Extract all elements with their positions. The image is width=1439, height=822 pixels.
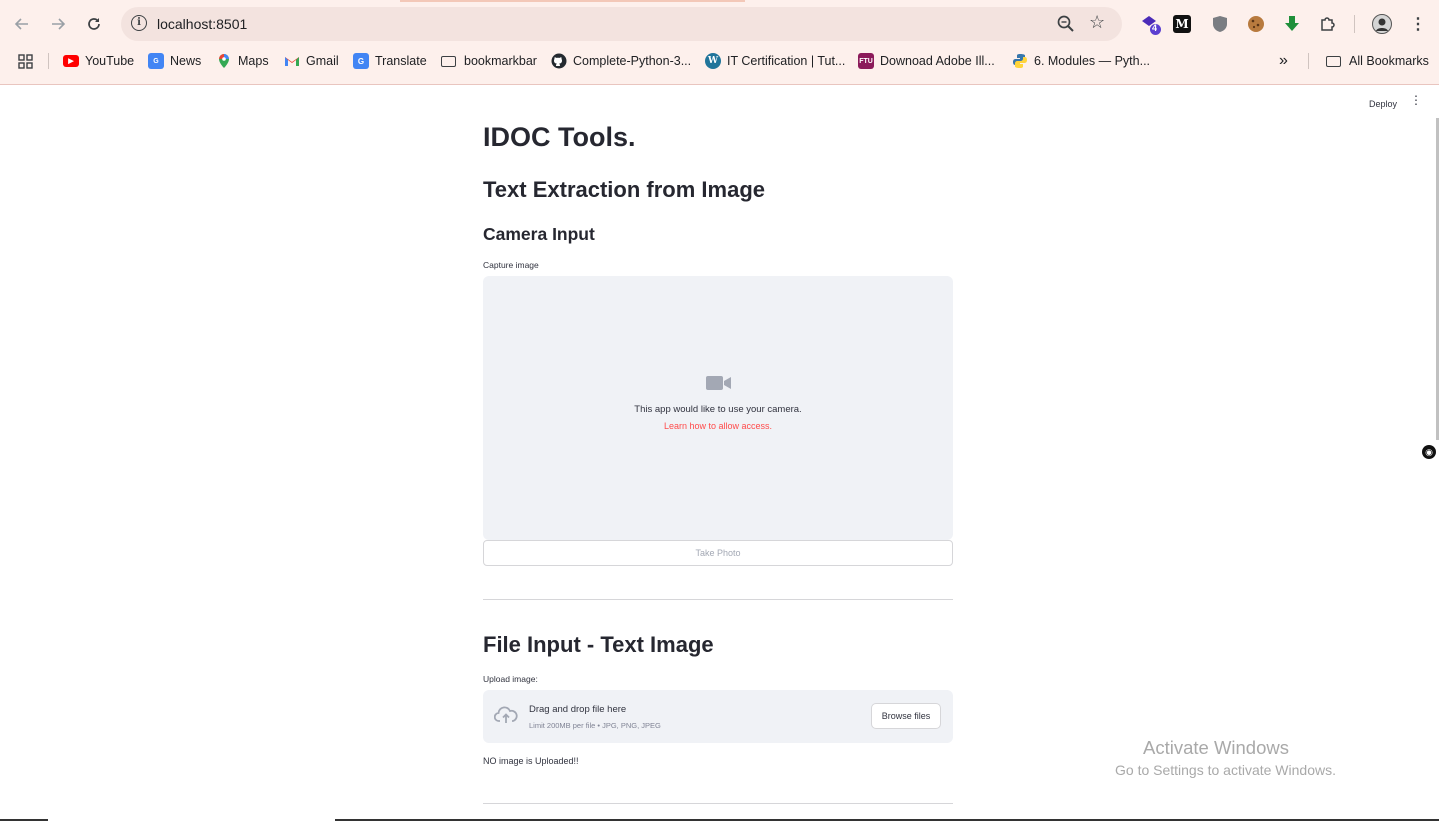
all-bookmarks-button[interactable]: All Bookmarks	[1326, 49, 1429, 73]
bookmark-python-modules[interactable]: 6. Modules — Pyth...	[1012, 49, 1150, 73]
avatar-icon	[1372, 14, 1392, 34]
vertical-dots-icon: ⋮	[1410, 93, 1422, 107]
accessibility-widget-icon[interactable]: ◉	[1422, 445, 1436, 459]
cookie-extension-icon[interactable]	[1245, 13, 1267, 35]
profile-avatar[interactable]	[1371, 13, 1393, 35]
vertical-dots-icon: ⋮	[1410, 16, 1426, 33]
address-bar[interactable]: i localhost:8501 ☆	[121, 7, 1122, 41]
medium-extension-glyph: M	[1175, 17, 1189, 31]
download-extension-icon[interactable]	[1281, 13, 1303, 35]
wordpress-icon: W	[705, 53, 721, 69]
tab-strip-accent	[400, 0, 745, 2]
chevron-double-right-icon: »	[1279, 52, 1288, 69]
shield-icon	[1213, 16, 1227, 32]
taskbar-edge	[0, 819, 48, 821]
bookmark-label: Downoad Adobe Ill...	[880, 54, 995, 68]
file-input-header: File Input - Text Image	[483, 632, 714, 657]
site-info-icon[interactable]: i	[131, 15, 147, 31]
extension-badge-button[interactable]: 4	[1139, 13, 1161, 35]
bookmark-label: 6. Modules — Pyth...	[1034, 54, 1151, 68]
extension-hexagon-icon	[1142, 16, 1161, 35]
dropzone-title: Drag and drop file here	[529, 704, 627, 715]
bookmark-folder-bookmarkbar[interactable]: bookmarkbar	[441, 49, 537, 73]
section-title: Text Extraction from Image	[483, 177, 765, 202]
bookmark-star-icon[interactable]: ☆	[1089, 12, 1105, 33]
ftu-icon: FTU	[858, 53, 874, 69]
zoom-icon[interactable]	[1056, 14, 1076, 34]
camera-access-link[interactable]: Learn how to allow access.	[483, 421, 953, 431]
bookmark-label: News	[170, 54, 202, 68]
browser-menu-button[interactable]: ⋮	[1407, 13, 1429, 35]
apps-grid-button[interactable]	[18, 49, 33, 73]
divider	[483, 803, 953, 804]
bookmark-adobe-illustrator[interactable]: FTU Downoad Adobe Ill...	[858, 49, 995, 73]
camera-label: Capture image	[483, 260, 539, 270]
bookmark-label: bookmarkbar	[464, 54, 537, 68]
bookmark-label: IT Certification | Tut...	[727, 54, 846, 68]
dropzone-limit: Limit 200MB per file • JPG, PNG, JPEG	[529, 721, 661, 730]
maps-icon	[219, 54, 229, 68]
folder-icon	[441, 55, 456, 67]
deploy-button[interactable]: Deploy	[1369, 99, 1397, 109]
reload-button[interactable]	[82, 12, 106, 36]
bookmark-it-certification[interactable]: W IT Certification | Tut...	[705, 49, 845, 73]
bookmark-translate[interactable]: G Translate	[353, 49, 427, 73]
address-url: localhost:8501	[157, 16, 248, 32]
bookmarks-bar: ▶ YouTube G News Maps Gmail G Translate …	[0, 49, 1439, 73]
bookmark-complete-python[interactable]: Complete-Python-3...	[551, 49, 691, 73]
camera-input[interactable]: This app would like to use your camera. …	[483, 276, 953, 540]
bookmark-label: Complete-Python-3...	[573, 54, 692, 68]
news-icon: G	[148, 53, 164, 69]
file-dropzone[interactable]: Drag and drop file here Limit 200MB per …	[483, 690, 953, 743]
extension-badge-count: 4	[1152, 23, 1158, 33]
all-bookmarks-label: All Bookmarks	[1349, 54, 1429, 68]
bookmark-gmail[interactable]: Gmail	[284, 49, 339, 73]
bookmarks-separator	[1308, 53, 1309, 69]
extensions-menu-button[interactable]	[1317, 13, 1339, 35]
upload-status: NO image is Uploaded!!	[483, 756, 579, 766]
back-button[interactable]	[10, 12, 34, 36]
activate-windows-title: Activate Windows	[1143, 737, 1289, 758]
forward-button[interactable]	[46, 12, 70, 36]
arrow-left-icon	[14, 18, 28, 30]
bookmarks-separator	[48, 53, 49, 69]
medium-extension-icon[interactable]: M	[1173, 15, 1191, 33]
bookmark-news[interactable]: G News	[148, 49, 201, 73]
python-icon	[1013, 54, 1027, 68]
folder-icon	[1326, 55, 1341, 67]
arrow-right-icon	[52, 18, 66, 30]
page-title: IDOC Tools.	[483, 122, 636, 152]
activate-windows-subtitle: Go to Settings to activate Windows.	[1115, 762, 1336, 778]
youtube-icon: ▶	[63, 55, 79, 67]
bookmark-label: Gmail	[306, 54, 339, 68]
upload-label: Upload image:	[483, 674, 538, 684]
app-menu-button[interactable]: ⋮	[1410, 94, 1422, 106]
ublock-extension-icon[interactable]	[1209, 13, 1231, 35]
download-arrow-icon	[1285, 16, 1299, 31]
bookmark-label: Maps	[238, 54, 269, 68]
cloud-upload-icon	[494, 706, 518, 723]
ftu-icon-glyph: FTU	[859, 57, 873, 65]
github-icon	[551, 53, 567, 69]
divider	[483, 599, 953, 600]
translate-icon: G	[353, 53, 369, 69]
video-camera-icon	[706, 376, 731, 390]
bookmark-maps[interactable]: Maps	[216, 49, 269, 73]
puzzle-icon	[1321, 17, 1335, 31]
bookmark-label: YouTube	[85, 54, 135, 68]
bookmark-label: Translate	[375, 54, 427, 68]
gmail-icon	[285, 57, 299, 66]
camera-subheader: Camera Input	[483, 224, 595, 244]
toolbar-separator	[1354, 15, 1355, 33]
taskbar-edge	[335, 819, 1439, 821]
bookmark-youtube[interactable]: ▶ YouTube	[63, 49, 134, 73]
more-bookmarks-button[interactable]: »	[1279, 49, 1288, 73]
take-photo-button[interactable]: Take Photo	[483, 540, 953, 566]
browse-files-button[interactable]: Browse files	[871, 703, 941, 729]
reload-icon	[88, 18, 100, 30]
apps-grid-icon	[18, 53, 33, 69]
browser-toolbar: i localhost:8501 ☆ 4 M ⋮ ▶ YouTube G New…	[0, 0, 1439, 85]
cookie-icon	[1248, 16, 1264, 32]
camera-permission-message: This app would like to use your camera.	[634, 404, 802, 415]
